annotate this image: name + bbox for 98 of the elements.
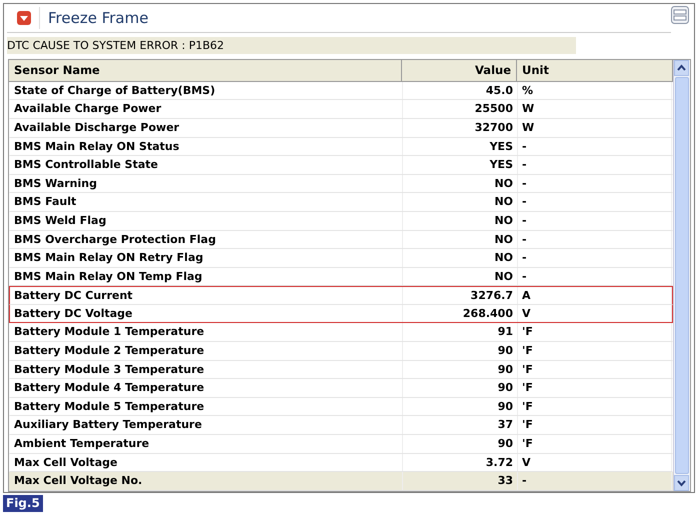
table-row[interactable]: BMS Overcharge Protection Flag NO - <box>9 230 673 250</box>
table-cell: 'F <box>518 435 672 453</box>
table-cell: - <box>518 174 672 192</box>
table-cell: - <box>518 138 672 156</box>
table-row[interactable]: Battery Module 4 Temperature 90 'F <box>9 379 673 398</box>
table-cell: BMS Controllable State <box>10 156 403 174</box>
table-cell: NO <box>403 174 518 192</box>
table-row[interactable]: BMS Main Relay ON Temp Flag NO - <box>9 268 673 286</box>
table-row[interactable]: Available Charge Power 25500 W <box>9 100 673 119</box>
table-cell: 'F <box>518 342 672 360</box>
table-cell: YES <box>403 138 518 156</box>
table-cell: Battery DC Voltage <box>10 304 403 322</box>
table-cell: 91 <box>403 323 518 342</box>
collapse-icon[interactable] <box>17 10 31 25</box>
panel-title: Freeze Frame <box>39 6 148 29</box>
table-row[interactable]: BMS Main Relay ON Retry Flag NO - <box>9 249 673 268</box>
scrollbar[interactable] <box>673 60 690 491</box>
table-cell: - <box>518 156 672 174</box>
table-cell: - <box>518 268 672 286</box>
scroll-up-icon[interactable] <box>674 60 689 76</box>
figure-label: Fig.5 <box>3 495 43 512</box>
table-cell: - <box>518 472 672 490</box>
table-cell: Battery Module 2 Temperature <box>10 342 403 360</box>
table-cell: BMS Main Relay ON Temp Flag <box>10 268 403 286</box>
table-cell: NO <box>403 193 518 211</box>
table-cell: 'F <box>518 398 672 416</box>
table-cell: Available Charge Power <box>10 100 403 118</box>
table-cell: 'F <box>518 379 672 397</box>
table-row[interactable]: Ambient Temperature 90 'F <box>9 435 673 454</box>
table-cell: Battery DC Current <box>10 287 403 304</box>
table-row[interactable]: BMS Warning NO - <box>9 174 673 194</box>
table-cell: BMS Main Relay ON Status <box>10 138 403 156</box>
table-cell: W <box>518 118 672 137</box>
table-cell: - <box>518 212 672 230</box>
column-header[interactable]: Sensor Name <box>9 60 402 81</box>
table-cell: - <box>518 193 672 211</box>
table-cell: NO <box>403 268 518 286</box>
table-cell: Available Discharge Power <box>10 118 403 137</box>
column-header[interactable]: Value <box>402 60 517 81</box>
table-cell: State of Charge of Battery(BMS) <box>10 82 403 100</box>
table-cell: 33 <box>403 472 518 490</box>
table-cell: 32700 <box>403 118 518 137</box>
table-cell: % <box>518 82 672 100</box>
table-row[interactable]: Battery Module 5 Temperature 90 'F <box>9 398 673 416</box>
table-cell: Auxiliary Battery Temperature <box>10 416 403 434</box>
table-row[interactable]: Max Cell Voltage 3.72 V <box>9 454 673 472</box>
table-cell: Max Cell Voltage No. <box>10 472 403 490</box>
table-cell: 90 <box>403 342 518 360</box>
table-cell: Battery Module 3 Temperature <box>10 360 403 378</box>
table-cell: 25500 <box>403 100 518 118</box>
table-cell: YES <box>403 156 518 174</box>
menu-icon[interactable] <box>671 6 689 24</box>
table-cell: 'F <box>518 323 672 342</box>
table-cell: 90 <box>403 398 518 416</box>
table-cell: BMS Fault <box>10 193 403 211</box>
table-row[interactable]: Battery DC Current 3276.7 A <box>9 286 673 305</box>
table-cell: 268.400 <box>403 304 518 322</box>
table-cell: 90 <box>403 379 518 397</box>
table-row[interactable]: Available Discharge Power 32700 W <box>9 118 673 138</box>
table-row[interactable]: BMS Controllable State YES - <box>9 156 673 175</box>
table-cell: V <box>518 454 672 472</box>
table-cell: BMS Warning <box>10 174 403 192</box>
table-cell: - <box>518 230 672 248</box>
table-cell: 45.0 <box>403 82 518 100</box>
table-cell: Battery Module 1 Temperature <box>10 323 403 342</box>
table-cell: BMS Main Relay ON Retry Flag <box>10 249 403 267</box>
table-cell: 3.72 <box>403 454 518 472</box>
table-cell: Max Cell Voltage <box>10 454 403 472</box>
table-cell: 'F <box>518 360 672 378</box>
table-row[interactable]: Max Cell Voltage No. 33 - <box>9 472 673 491</box>
table-row[interactable]: Battery DC Voltage 268.400 V <box>9 304 673 324</box>
table-cell: Battery Module 4 Temperature <box>10 379 403 397</box>
table-cell: 90 <box>403 360 518 378</box>
table-cell: NO <box>403 249 518 267</box>
table-cell: 'F <box>518 416 672 434</box>
table-cell: BMS Overcharge Protection Flag <box>10 230 403 248</box>
scroll-down-icon[interactable] <box>674 475 689 491</box>
table-row[interactable]: State of Charge of Battery(BMS) 45.0 % <box>9 82 673 100</box>
table-row[interactable]: Auxiliary Battery Temperature 37 'F <box>9 416 673 436</box>
table-cell: 90 <box>403 435 518 453</box>
table-cell: BMS Weld Flag <box>10 212 403 230</box>
table-cell: - <box>518 249 672 267</box>
table-cell: A <box>518 287 672 304</box>
table-row[interactable]: BMS Weld Flag NO - <box>9 212 673 231</box>
table-row[interactable]: Battery Module 3 Temperature 90 'F <box>9 360 673 380</box>
table-cell: 3276.7 <box>403 287 518 304</box>
table-row[interactable]: BMS Main Relay ON Status YES - <box>9 138 673 156</box>
table-row[interactable]: BMS Fault NO - <box>9 193 673 212</box>
table-cell: V <box>518 304 672 322</box>
table-cell: NO <box>403 212 518 230</box>
table-row[interactable]: Battery Module 2 Temperature 90 'F <box>9 342 673 361</box>
table-cell: Ambient Temperature <box>10 435 403 453</box>
table-cell: NO <box>403 230 518 248</box>
table-row[interactable]: Battery Module 1 Temperature 91 'F <box>9 323 673 342</box>
table-cell: Battery Module 5 Temperature <box>10 398 403 416</box>
dtc-message: DTC CAUSE TO SYSTEM ERROR : P1B62 <box>7 36 576 54</box>
table-cell: 37 <box>403 416 518 434</box>
table-cell: W <box>518 100 672 118</box>
